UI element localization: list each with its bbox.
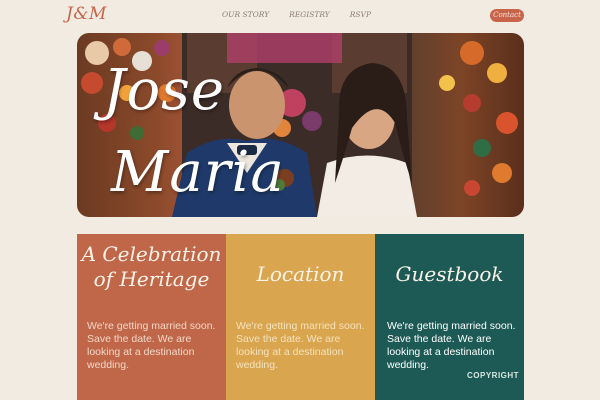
card-celebration[interactable]: A Celebration of Heritage We're getting … <box>77 234 226 400</box>
hero-name-first: Jose <box>103 58 226 123</box>
hero-photo: Jose Maria <box>77 33 524 217</box>
card-body: We're getting married soon. Save the dat… <box>236 320 365 371</box>
card-title-line-1: A Celebration <box>81 242 222 266</box>
card-title: Location <box>256 262 345 286</box>
nav-link-our-story[interactable]: OUR STORY <box>222 10 269 19</box>
site-logo[interactable]: J&M <box>66 4 107 24</box>
top-navbar: J&M OUR STORY REGISTRY RSVP Contact <box>0 0 600 32</box>
nav-link-registry[interactable]: REGISTRY <box>289 10 330 19</box>
card-body: We're getting married soon. Save the dat… <box>387 320 516 371</box>
card-title-line-2: of Heritage <box>93 267 210 291</box>
card-title: Guestbook <box>395 262 504 286</box>
copyright-text: COPYRIGHT <box>467 371 520 380</box>
nav-links: OUR STORY REGISTRY RSVP <box>222 10 391 19</box>
nav-link-rsvp[interactable]: RSVP <box>350 10 371 19</box>
card-location[interactable]: Location We're getting married soon. Sav… <box>226 234 375 400</box>
hero-name-second: Maria <box>111 140 285 205</box>
contact-button[interactable]: Contact <box>490 9 524 22</box>
card-title: A Celebration of Heritage <box>77 242 226 292</box>
card-body: We're getting married soon. Save the dat… <box>87 320 216 371</box>
